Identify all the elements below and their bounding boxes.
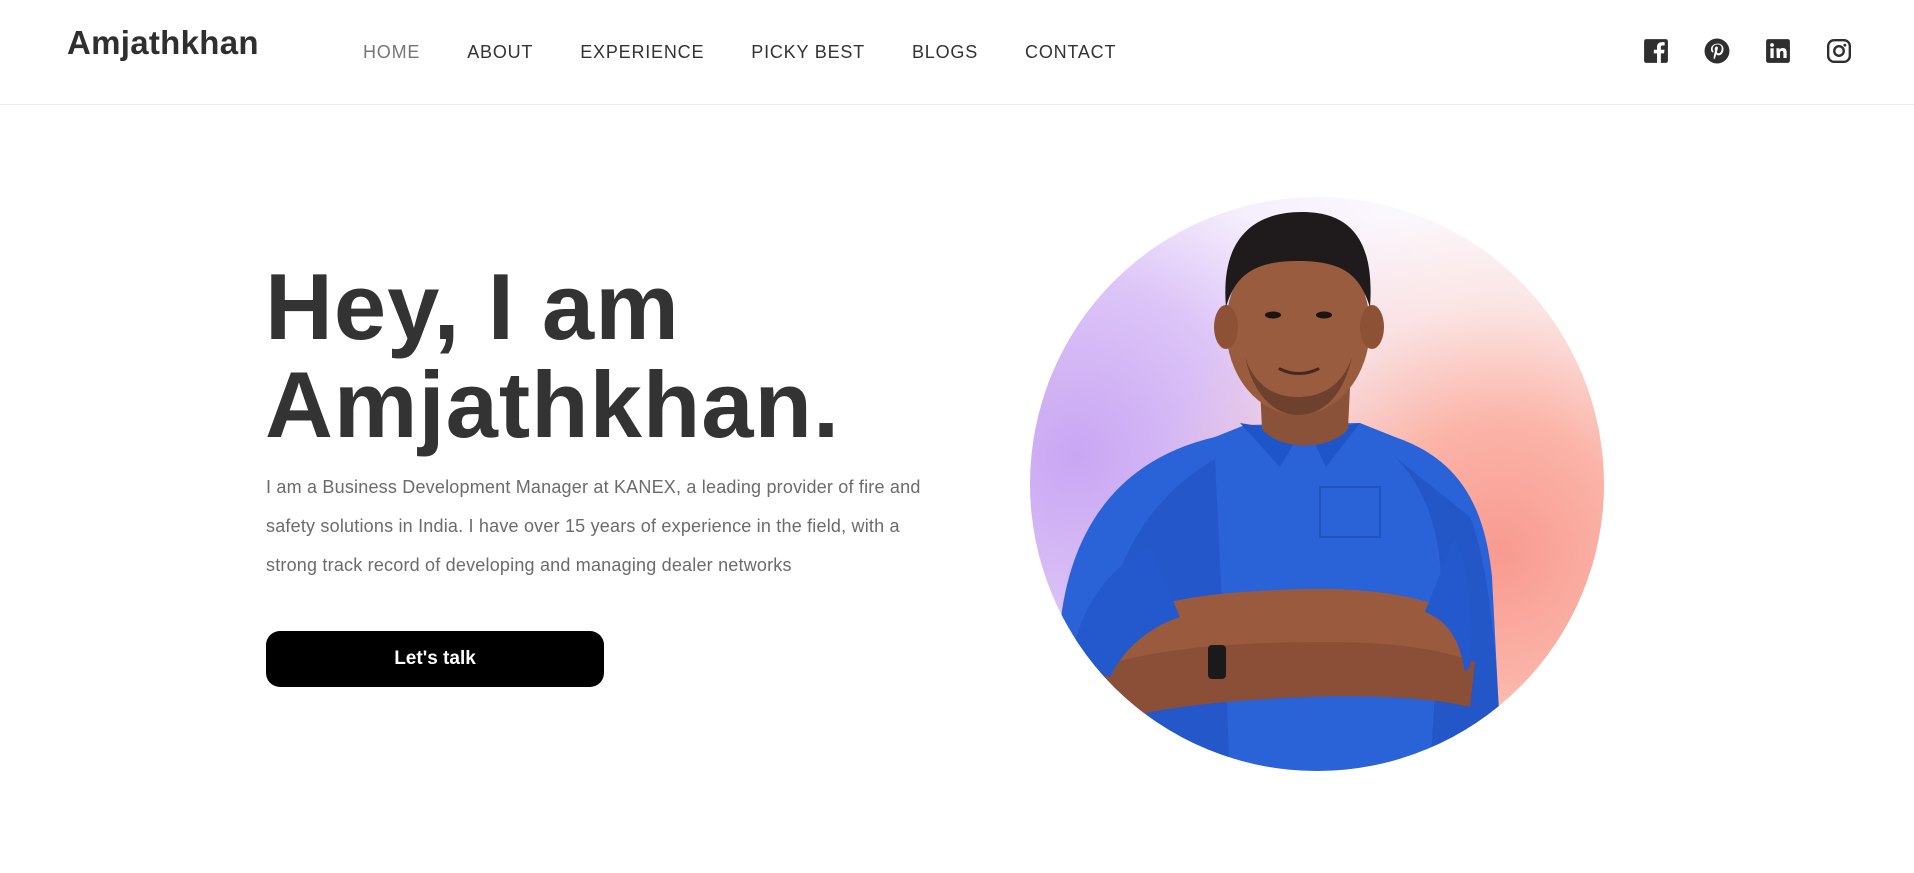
facebook-icon[interactable] (1643, 38, 1669, 64)
profile-photo (1030, 197, 1604, 771)
social-links (1643, 38, 1852, 64)
site-logo[interactable]: Amjathkhan (67, 24, 259, 62)
hero-description: I am a Business Development Manager at K… (266, 477, 921, 575)
nav-contact[interactable]: CONTACT (1025, 42, 1116, 63)
lets-talk-button[interactable]: Let's talk (266, 631, 604, 687)
nav-experience[interactable]: EXPERIENCE (580, 42, 704, 63)
linkedin-icon[interactable] (1765, 38, 1791, 64)
site-header: Amjathkhan HOME ABOUT EXPERIENCE PICKY B… (0, 0, 1914, 105)
pinterest-icon[interactable] (1704, 38, 1730, 64)
nav-about[interactable]: ABOUT (467, 42, 533, 63)
hero-title: Hey, I am Amjathkhan. (265, 258, 840, 454)
instagram-icon[interactable] (1826, 38, 1852, 64)
nav-blogs[interactable]: BLOGS (912, 42, 978, 63)
nav-picky-best[interactable]: PICKY BEST (751, 42, 865, 63)
hero-title-line-1: Hey, I am (265, 254, 680, 359)
hero-title-line-2: Amjathkhan. (265, 352, 841, 457)
nav-home[interactable]: HOME (363, 42, 420, 63)
